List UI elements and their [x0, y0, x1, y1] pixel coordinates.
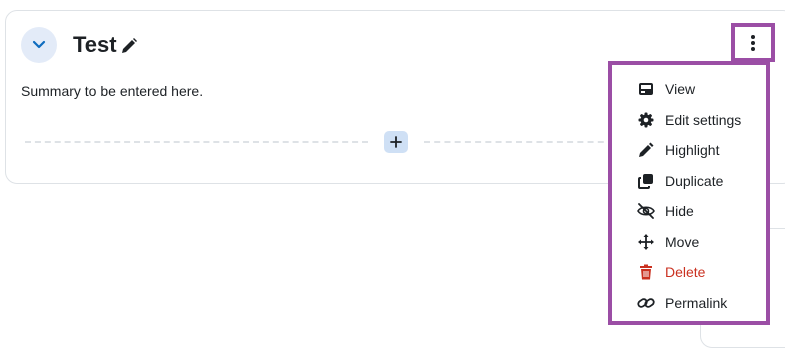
menu-item-edit-settings[interactable]: Edit settings — [612, 105, 766, 136]
section-actions-button[interactable] — [731, 23, 775, 62]
menu-item-label: Highlight — [665, 142, 720, 159]
menu-item-label: Move — [665, 233, 700, 250]
section-actions-menu: View Edit settings Highlight Duplicate H… — [608, 61, 770, 325]
copy-icon — [637, 172, 655, 190]
menu-item-label: Delete — [665, 264, 706, 281]
menu-item-label: Edit settings — [665, 111, 742, 128]
menu-item-highlight[interactable]: Highlight — [612, 135, 766, 166]
collapse-section-button[interactable] — [21, 27, 57, 63]
pencil-icon[interactable] — [120, 37, 138, 55]
menu-item-hide[interactable]: Hide — [612, 196, 766, 227]
section-summary: Summary to be entered here. — [21, 83, 204, 99]
view-icon — [637, 80, 655, 98]
section-title[interactable]: Test — [73, 31, 117, 59]
menu-item-label: Duplicate — [665, 172, 724, 189]
kebab-icon — [751, 34, 755, 51]
menu-item-duplicate[interactable]: Duplicate — [612, 166, 766, 197]
menu-item-permalink[interactable]: Permalink — [612, 288, 766, 319]
menu-item-view[interactable]: View — [612, 74, 766, 105]
menu-item-label: Permalink — [665, 294, 728, 311]
plus-icon — [390, 136, 402, 148]
eye-slash-icon — [637, 202, 655, 220]
trash-icon — [637, 263, 655, 281]
pen-icon — [637, 141, 655, 159]
add-activity-button[interactable] — [384, 131, 408, 153]
chevron-down-icon — [32, 40, 46, 49]
divider-right — [424, 141, 614, 143]
menu-item-move[interactable]: Move — [612, 227, 766, 258]
menu-item-label: Hide — [665, 203, 694, 220]
gear-icon — [637, 111, 655, 129]
menu-item-label: View — [665, 81, 696, 98]
menu-item-delete[interactable]: Delete — [612, 257, 766, 288]
arrows-move-icon — [637, 233, 655, 251]
divider-left — [25, 141, 368, 143]
link-icon — [637, 294, 655, 312]
